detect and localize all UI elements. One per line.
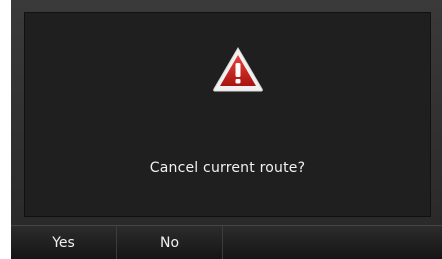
empty-button-slot (223, 226, 442, 259)
dialog-message: Cancel current route? (149, 160, 306, 176)
warning-icon (213, 47, 263, 92)
dialog-frame: Cancel current route? (11, 0, 442, 225)
navigation-screen: Cancel current route? Yes No (11, 0, 442, 259)
confirmation-dialog: Cancel current route? (24, 12, 431, 217)
yes-button[interactable]: Yes (11, 226, 117, 259)
button-bar: Yes No (11, 225, 442, 259)
no-button[interactable]: No (117, 226, 223, 259)
